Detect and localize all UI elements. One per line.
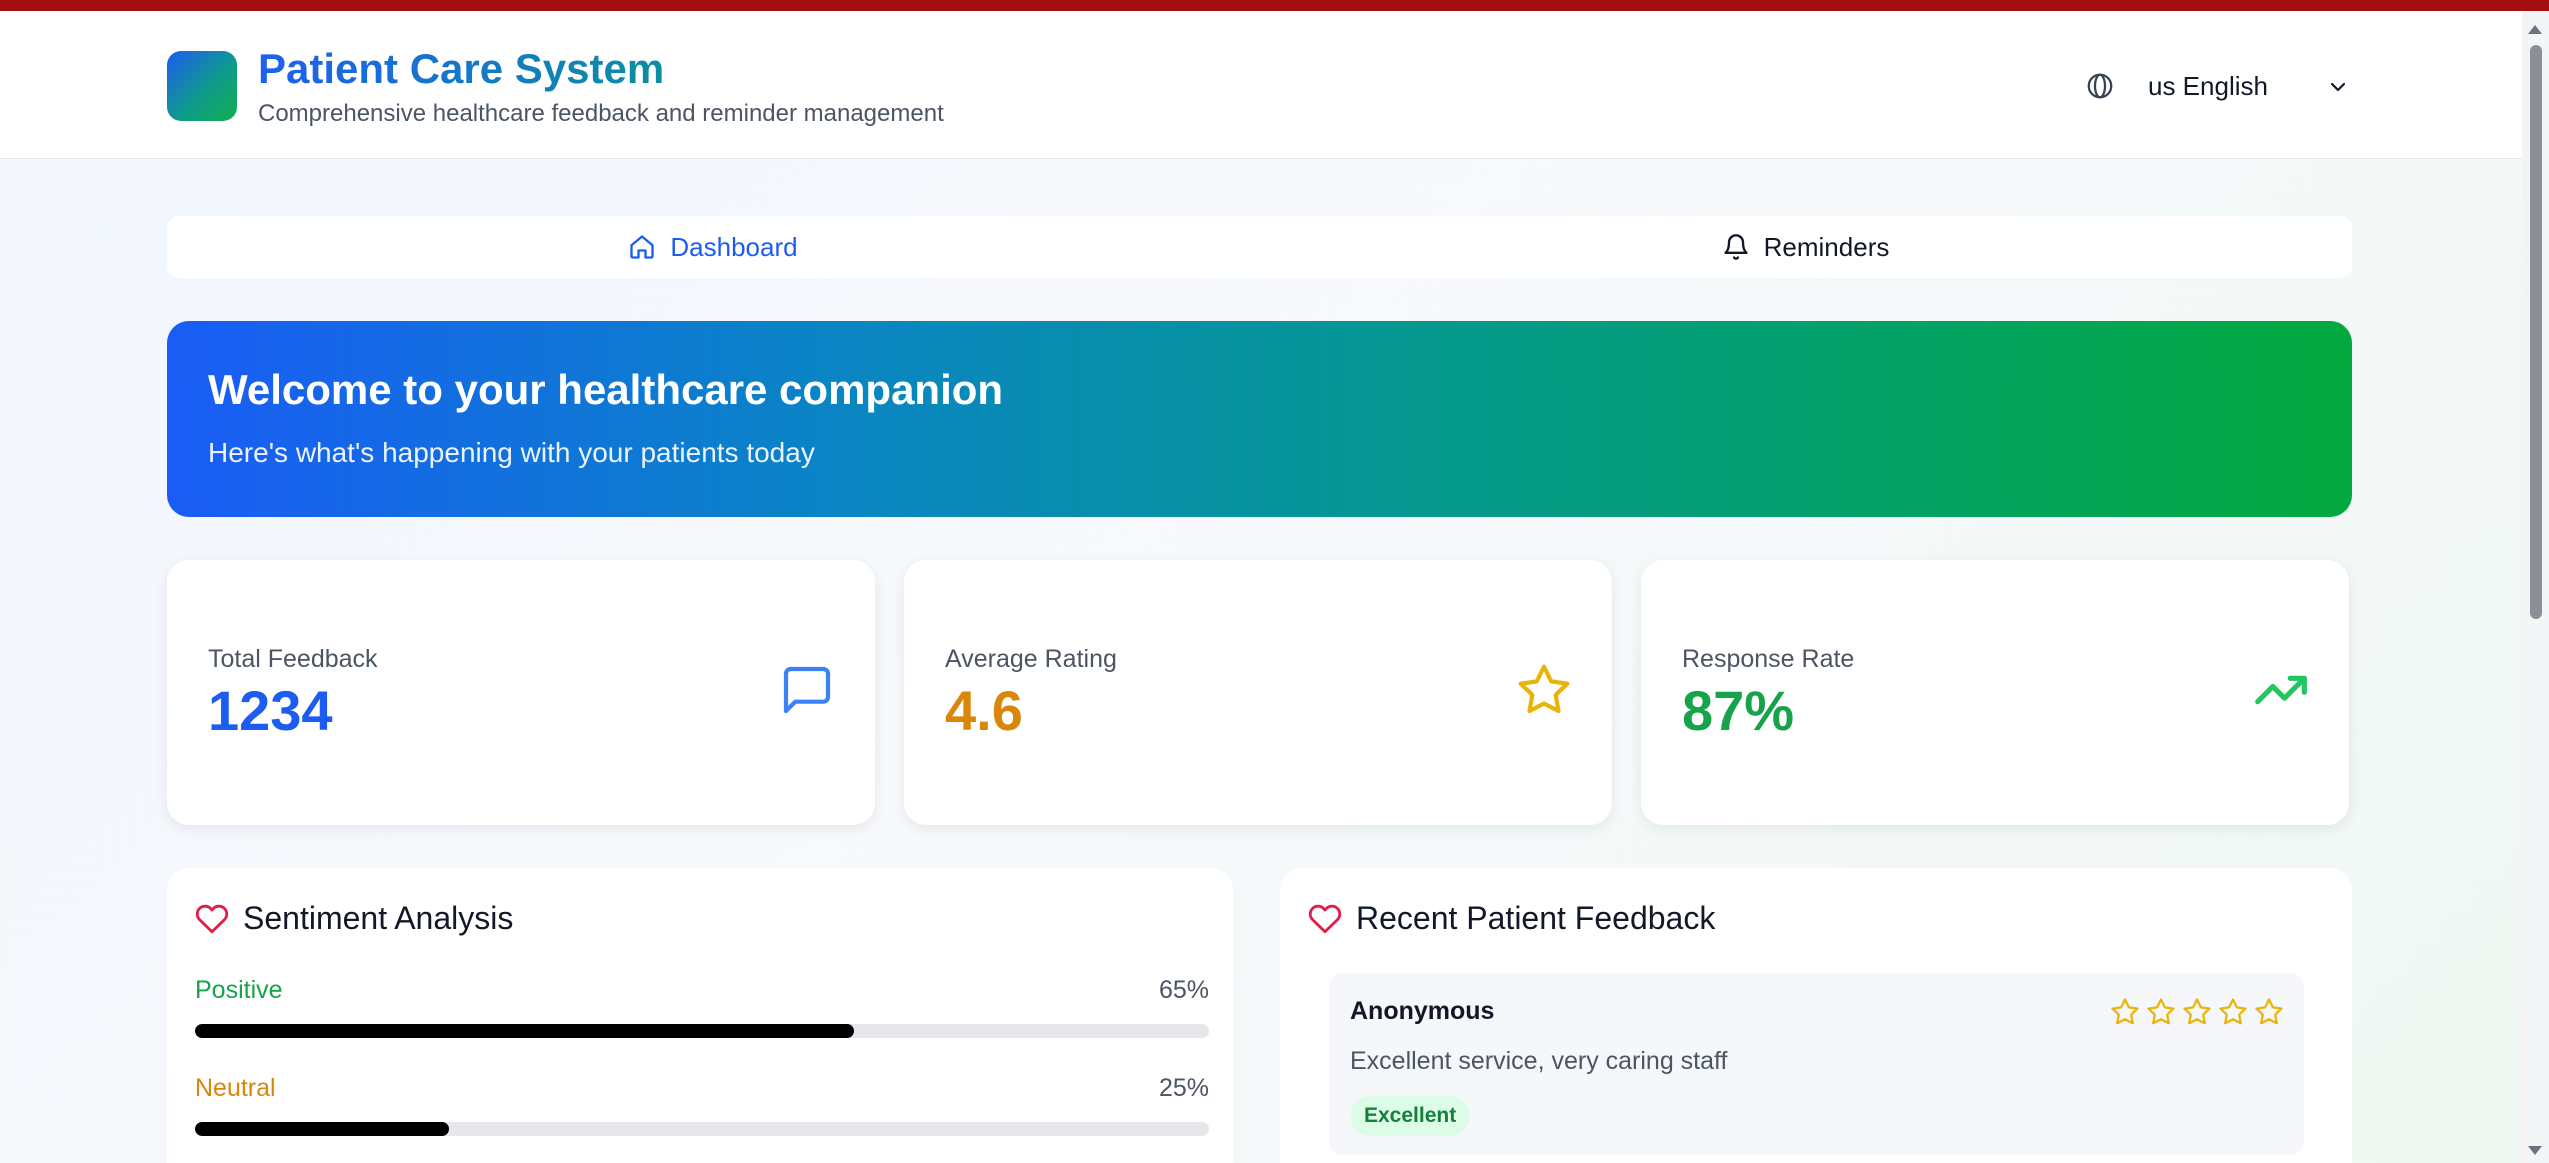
- star-icon: [2219, 998, 2247, 1025]
- feedback-sentiment-badge: Excellent: [1350, 1096, 1471, 1136]
- app-header: Patient Care System Comprehensive health…: [0, 11, 2522, 159]
- stat-value: 4.6: [945, 679, 1023, 742]
- star-icon: [2183, 998, 2211, 1025]
- heart-icon: [1308, 904, 1342, 933]
- stat-card-total-feedback: Total Feedback 1234: [167, 560, 875, 825]
- feedback-author: Anonymous: [1350, 997, 1495, 1025]
- main-tabs: Dashboard Reminders: [167, 216, 2352, 278]
- app-title: Patient Care System: [258, 45, 665, 92]
- trending-up-icon: [2255, 675, 2307, 705]
- sentiment-progress-fill: [195, 1024, 855, 1038]
- browser-top-accent-bar: [0, 0, 2549, 11]
- scrollbar-thumb[interactable]: [2530, 45, 2542, 619]
- recent-feedback-panel: Recent Patient Feedback Anonymous Excell…: [1280, 868, 2352, 1163]
- star-icon: [2255, 998, 2283, 1025]
- panel-title: Sentiment Analysis: [243, 900, 514, 936]
- sentiment-label: Neutral: [195, 1074, 276, 1102]
- sentiment-percent: 65%: [1158, 976, 1209, 1004]
- stat-card-response-rate: Response Rate 87%: [1641, 560, 2349, 825]
- bell-icon: [1723, 234, 1748, 260]
- welcome-banner: Welcome to your healthcare companion Her…: [167, 321, 2352, 517]
- sentiment-percent: 25%: [1158, 1074, 1209, 1102]
- feedback-card[interactable]: Anonymous Excellent service, very caring…: [1329, 973, 2304, 1155]
- globe-icon[interactable]: [2085, 71, 2115, 101]
- sentiment-progress-track: [195, 1024, 1209, 1038]
- stat-label: Response Rate: [1682, 645, 1855, 673]
- app-logo: [167, 51, 237, 121]
- scroll-down-arrow-icon[interactable]: [2528, 1146, 2542, 1155]
- sentiment-progress-fill: [195, 1122, 449, 1136]
- star-icon: [1518, 664, 1570, 714]
- language-select[interactable]: us English: [2148, 71, 2268, 102]
- tab-label: Reminders: [1763, 231, 1890, 262]
- sentiment-label: Positive: [195, 976, 283, 1004]
- stat-label: Total Feedback: [208, 645, 378, 673]
- chevron-down-icon[interactable]: [2326, 75, 2350, 99]
- feedback-rating-stars: [2110, 997, 2284, 1027]
- home-icon: [630, 235, 655, 259]
- stat-value: 87%: [1682, 679, 1795, 742]
- stat-value: 1234: [208, 679, 333, 742]
- sentiment-analysis-panel: Sentiment Analysis Positive 65% Neutral …: [167, 868, 1233, 1163]
- page-scrollbar[interactable]: [2522, 11, 2549, 1163]
- banner-title: Welcome to your healthcare companion: [208, 366, 1004, 413]
- stat-card-average-rating: Average Rating 4.6: [904, 560, 1612, 825]
- panel-title: Recent Patient Feedback: [1356, 900, 1716, 936]
- heart-icon: [195, 904, 229, 933]
- panel-heading: Recent Patient Feedback: [1308, 900, 1715, 937]
- tab-dashboard[interactable]: Dashboard: [167, 216, 1259, 278]
- star-icon: [2147, 998, 2175, 1025]
- scroll-up-arrow-icon[interactable]: [2528, 25, 2542, 34]
- tab-label: Dashboard: [670, 231, 798, 262]
- sentiment-progress-track: [195, 1122, 1209, 1136]
- app-subtitle: Comprehensive healthcare feedback and re…: [258, 100, 944, 127]
- stat-label: Average Rating: [945, 645, 1117, 673]
- message-square-icon: [783, 666, 831, 714]
- banner-subtitle: Here's what's happening with your patien…: [208, 437, 815, 468]
- panel-heading: Sentiment Analysis: [195, 900, 513, 937]
- star-icon: [2111, 998, 2139, 1025]
- feedback-text: Excellent service, very caring staff: [1350, 1047, 1728, 1075]
- tab-reminders[interactable]: Reminders: [1259, 216, 2352, 278]
